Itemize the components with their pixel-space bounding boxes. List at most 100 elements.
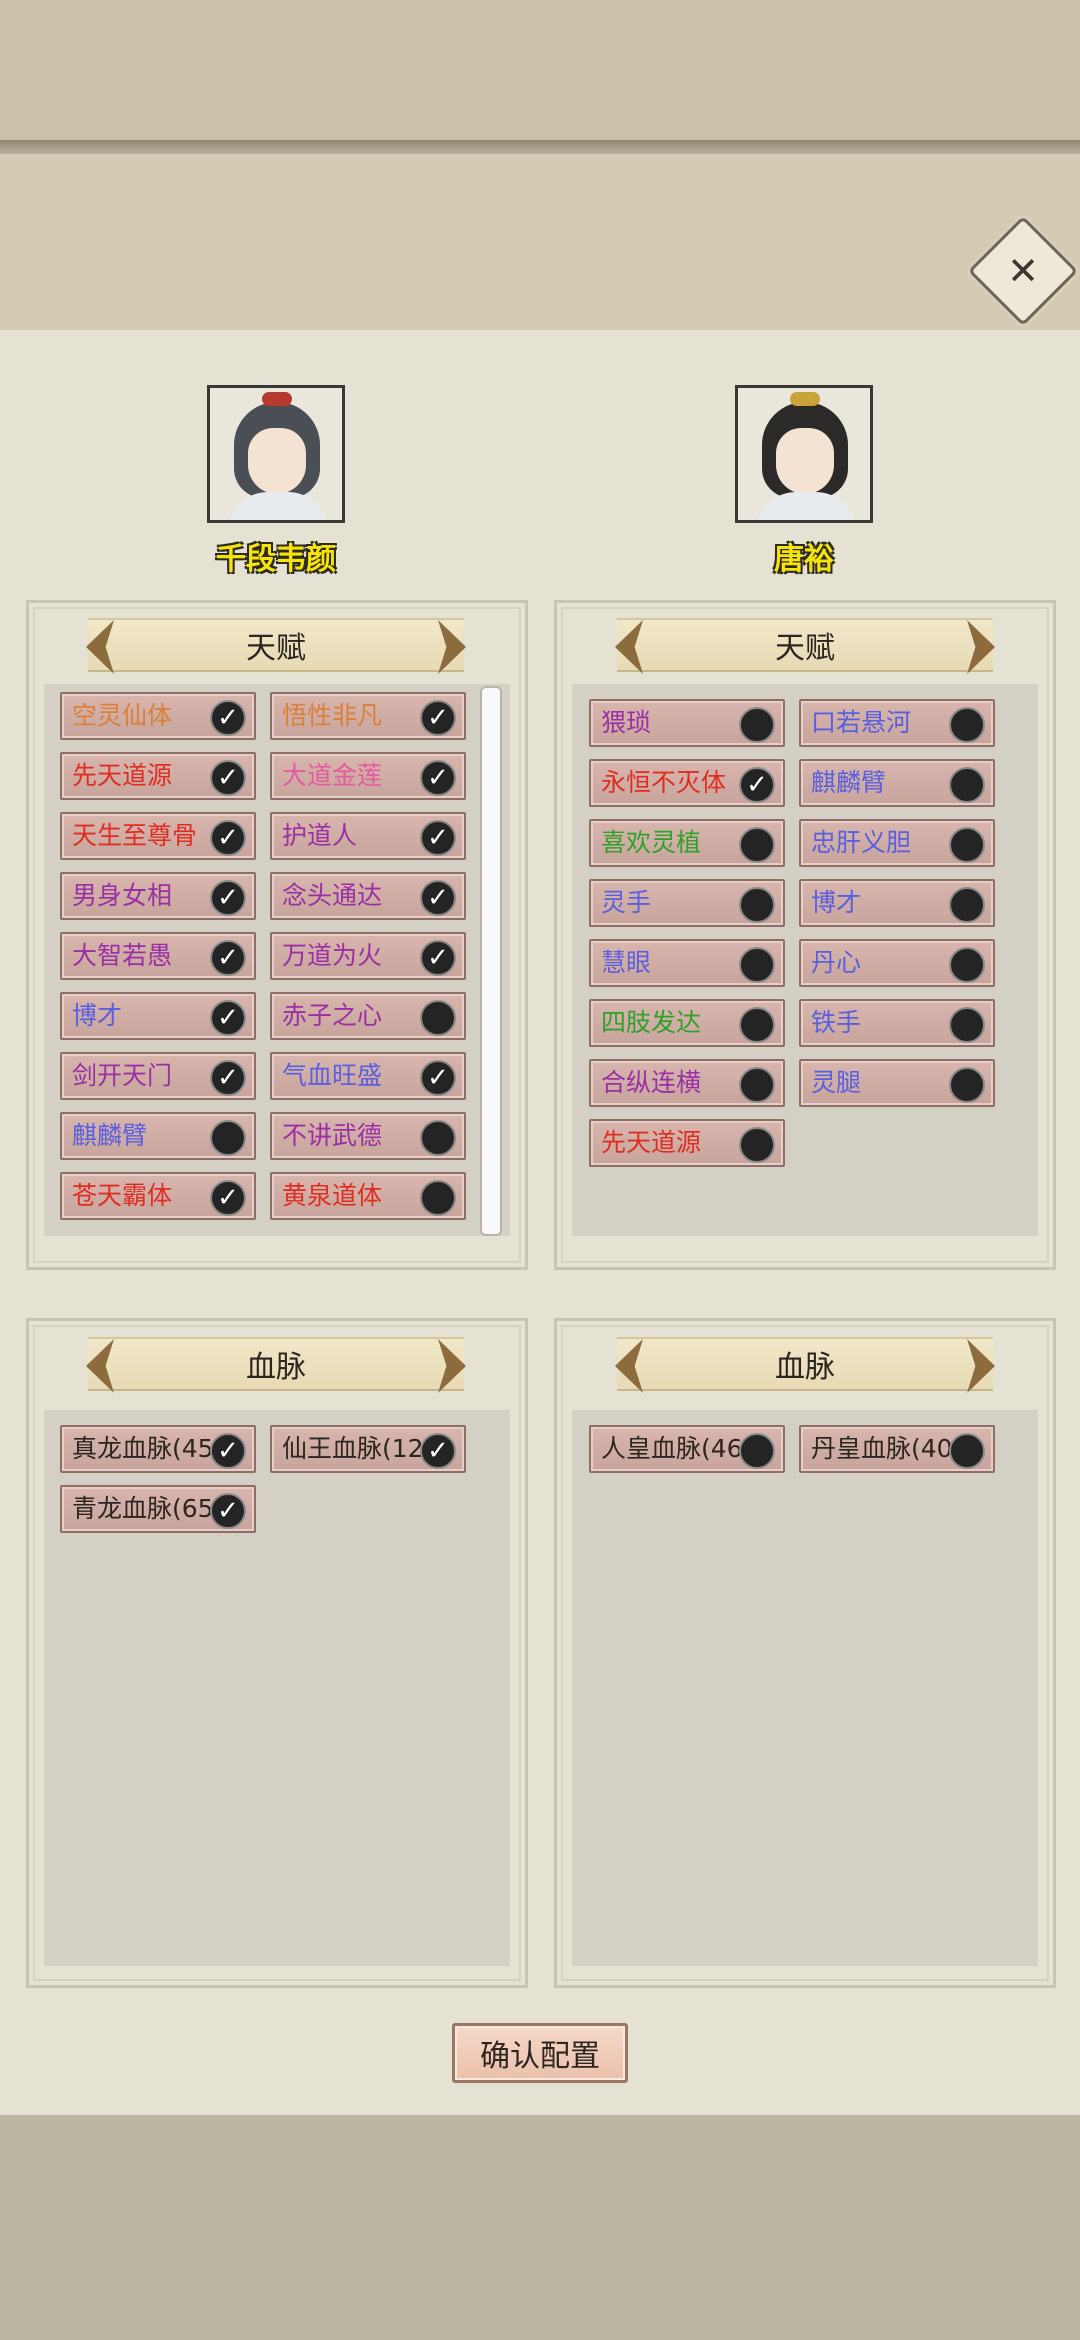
left-talent-scrollbar[interactable] <box>480 686 502 1236</box>
empty-toggle-icon[interactable] <box>420 1000 456 1036</box>
check-toggle-icon[interactable]: ✓ <box>210 700 246 736</box>
empty-toggle-icon[interactable] <box>739 1007 775 1043</box>
arrow-right-icon <box>967 620 995 674</box>
empty-toggle-icon[interactable] <box>739 1433 775 1469</box>
toggle-item[interactable]: 先天道源 <box>589 1119 785 1167</box>
toggle-item[interactable]: 麒麟臂 <box>60 1112 256 1160</box>
toggle-item[interactable]: 喜欢灵植 <box>589 819 785 867</box>
toggle-item[interactable]: 气血旺盛 ✓ <box>270 1052 466 1100</box>
right-bloodline-list <box>572 1410 1038 1966</box>
toggle-item[interactable]: 苍天霸体 ✓ <box>60 1172 256 1220</box>
toggle-item[interactable]: 博才 ✓ <box>60 992 256 1040</box>
toggle-item-label: 灵腿 <box>811 1068 862 1097</box>
check-toggle-icon[interactable]: ✓ <box>210 880 246 916</box>
toggle-item[interactable]: 丹皇血脉(40) <box>799 1425 995 1473</box>
toggle-item[interactable]: 不讲武德 <box>270 1112 466 1160</box>
empty-toggle-icon[interactable] <box>949 707 985 743</box>
toggle-item-label: 人皇血脉(46) <box>601 1434 753 1463</box>
empty-toggle-icon[interactable] <box>739 1127 775 1163</box>
toggle-item[interactable]: 赤子之心 <box>270 992 466 1040</box>
top-decor-band <box>0 0 1080 330</box>
toggle-item[interactable]: 人皇血脉(46) <box>589 1425 785 1473</box>
empty-toggle-icon[interactable] <box>949 1007 985 1043</box>
empty-toggle-icon[interactable] <box>739 887 775 923</box>
check-toggle-icon[interactable]: ✓ <box>210 1180 246 1216</box>
toggle-item[interactable]: 剑开天门 ✓ <box>60 1052 256 1100</box>
right-talent-header: 天赋 <box>615 618 995 674</box>
empty-toggle-icon[interactable] <box>739 947 775 983</box>
toggle-item[interactable]: 真龙血脉(45 ✓ <box>60 1425 256 1473</box>
empty-toggle-icon[interactable] <box>949 1067 985 1103</box>
toggle-item[interactable]: 男身女相 ✓ <box>60 872 256 920</box>
arrow-left-icon <box>86 620 114 674</box>
toggle-item[interactable]: 麒麟臂 <box>799 759 995 807</box>
empty-toggle-icon[interactable] <box>949 827 985 863</box>
check-toggle-icon[interactable]: ✓ <box>210 760 246 796</box>
toggle-item[interactable]: 万道为火 ✓ <box>270 932 466 980</box>
toggle-item[interactable]: 护道人 ✓ <box>270 812 466 860</box>
toggle-item[interactable]: 口若悬河 <box>799 699 995 747</box>
toggle-item[interactable]: 合纵连横 <box>589 1059 785 1107</box>
toggle-item[interactable]: 灵手 <box>589 879 785 927</box>
empty-toggle-icon[interactable] <box>739 827 775 863</box>
empty-toggle-icon[interactable] <box>420 1180 456 1216</box>
toggle-item[interactable]: 四肢发达 <box>589 999 785 1047</box>
toggle-item[interactable]: 铁手 <box>799 999 995 1047</box>
check-toggle-icon[interactable]: ✓ <box>739 767 775 803</box>
left-bloodline-header: 血脉 <box>86 1337 466 1393</box>
check-toggle-icon[interactable]: ✓ <box>420 820 456 856</box>
check-toggle-icon[interactable]: ✓ <box>210 820 246 856</box>
empty-toggle-icon[interactable] <box>210 1120 246 1156</box>
check-toggle-icon[interactable]: ✓ <box>210 1000 246 1036</box>
toggle-item[interactable]: 空灵仙体 ✓ <box>60 692 256 740</box>
toggle-item[interactable]: 丹心 <box>799 939 995 987</box>
toggle-item[interactable]: 猥琐 <box>589 699 785 747</box>
toggle-item[interactable]: 大智若愚 ✓ <box>60 932 256 980</box>
empty-toggle-icon[interactable] <box>949 947 985 983</box>
check-toggle-icon[interactable]: ✓ <box>420 1433 456 1469</box>
empty-toggle-icon[interactable] <box>949 767 985 803</box>
right-character-name: 唐裕 <box>774 542 834 577</box>
toggle-item[interactable]: 大道金莲 ✓ <box>270 752 466 800</box>
toggle-item-label: 丹心 <box>811 948 862 977</box>
empty-toggle-icon[interactable] <box>949 887 985 923</box>
check-toggle-icon[interactable]: ✓ <box>420 880 456 916</box>
toggle-item-label: 大智若愚 <box>72 941 173 970</box>
toggle-item-label: 万道为火 <box>282 941 383 970</box>
check-toggle-icon[interactable]: ✓ <box>210 940 246 976</box>
toggle-item-label: 慧眼 <box>601 948 652 977</box>
right-bloodline-header-label: 血脉 <box>775 1350 835 1385</box>
check-toggle-icon[interactable]: ✓ <box>420 700 456 736</box>
toggle-item[interactable]: 悟性非凡 ✓ <box>270 692 466 740</box>
toggle-item[interactable]: 青龙血脉(65 ✓ <box>60 1485 256 1533</box>
toggle-item-label: 大道金莲 <box>282 761 383 790</box>
arrow-right-icon <box>967 1339 995 1393</box>
toggle-item[interactable]: 黄泉道体 <box>270 1172 466 1220</box>
toggle-item[interactable]: 忠肝义胆 <box>799 819 995 867</box>
toggle-item[interactable]: 念头通达 ✓ <box>270 872 466 920</box>
empty-toggle-icon[interactable] <box>420 1120 456 1156</box>
check-toggle-icon[interactable]: ✓ <box>210 1060 246 1096</box>
check-toggle-icon[interactable]: ✓ <box>210 1493 246 1529</box>
toggle-item[interactable]: 博才 <box>799 879 995 927</box>
check-toggle-icon[interactable]: ✓ <box>420 1060 456 1096</box>
toggle-item[interactable]: 先天道源 ✓ <box>60 752 256 800</box>
toggle-item-label: 灵手 <box>601 888 652 917</box>
toggle-item[interactable]: 灵腿 <box>799 1059 995 1107</box>
toggle-item[interactable]: 永恒不灭体 ✓ <box>589 759 785 807</box>
empty-toggle-icon[interactable] <box>739 1067 775 1103</box>
toggle-item[interactable]: 慧眼 <box>589 939 785 987</box>
empty-toggle-icon[interactable] <box>949 1433 985 1469</box>
toggle-item[interactable]: 仙王血脉(12 ✓ <box>270 1425 466 1473</box>
check-toggle-icon[interactable]: ✓ <box>420 760 456 796</box>
left-bloodline-header-label: 血脉 <box>246 1350 306 1385</box>
toggle-item-label: 丹皇血脉(40) <box>811 1434 963 1463</box>
check-toggle-icon[interactable]: ✓ <box>420 940 456 976</box>
check-toggle-icon[interactable]: ✓ <box>210 1433 246 1469</box>
toggle-item-label: 不讲武德 <box>282 1121 383 1150</box>
empty-toggle-icon[interactable] <box>739 707 775 743</box>
toggle-item[interactable]: 天生至尊骨 ✓ <box>60 812 256 860</box>
confirm-config-button[interactable]: 确认配置 <box>452 2023 628 2083</box>
toggle-item-label: 麒麟臂 <box>72 1121 148 1150</box>
toggle-item-label: 气血旺盛 <box>282 1061 383 1090</box>
